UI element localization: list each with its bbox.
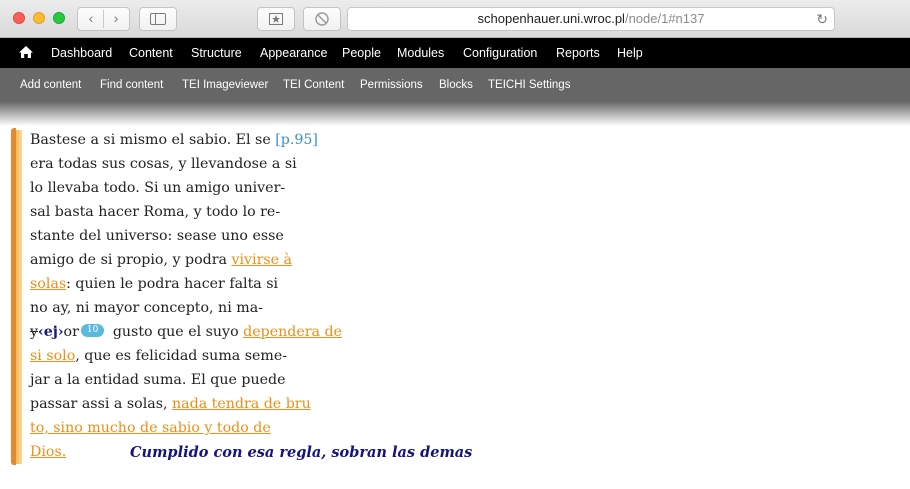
text-line: si solo, que es felicidad suma seme- [30, 346, 287, 370]
text-segment: , que es felicidad suma seme- [75, 348, 288, 364]
section-marker-highlight [16, 130, 22, 464]
url-host: schopenhauer.uni.wroc.pl [477, 11, 625, 26]
highlight-link[interactable]: solas [30, 276, 66, 292]
highlight-link[interactable]: Dios. [30, 444, 66, 460]
text-line: amigo de si propio, y podra vivirse à [30, 250, 292, 274]
stop-button[interactable] [303, 7, 341, 31]
forward-icon[interactable]: › [104, 8, 129, 29]
margin-note: Cumplido con esa regla, sobran las demas [130, 444, 473, 461]
menu-modules[interactable]: Modules [397, 38, 444, 68]
text-line: Dios. [30, 442, 66, 466]
text-line: Bastese a si mismo el sabio. El se [p.95… [30, 130, 318, 154]
close-window-button[interactable] [13, 12, 25, 24]
text-line: sal basta hacer Roma, y todo lo re- [30, 204, 281, 220]
history-nav: ‹ › [77, 7, 130, 31]
back-icon[interactable]: ‹ [79, 8, 104, 29]
deleted-text: y [30, 324, 39, 340]
menu-configuration[interactable]: Configuration [463, 38, 537, 68]
sidebar-icon [150, 13, 166, 25]
highlight-link[interactable]: dependera de [243, 324, 342, 340]
highlight-link[interactable]: vivirse à [231, 252, 292, 268]
text-segment: Bastese a si mismo el sabio. El se [30, 132, 276, 148]
shortcuts-bar: Add content Find content TEI Imageviewer… [0, 68, 910, 102]
shortcut-tei-content[interactable]: TEI Content [283, 68, 344, 102]
text-line: solas: quien le podra hacer falta si [30, 274, 278, 298]
text-line: y‹ej›or 10 gusto que el suyo dependera de [30, 322, 342, 346]
page-break-link[interactable]: [p.95] [275, 132, 318, 148]
text-line: era todas sus cosas, y llevandose a si [30, 156, 297, 172]
zoom-window-button[interactable] [53, 12, 65, 24]
home-icon[interactable] [18, 44, 34, 60]
text-line: lo llevaba todo. Si un amigo univer- [30, 180, 286, 196]
highlight-link[interactable]: nada tendra de bru [172, 396, 311, 412]
text-line: no ay, ni mayor concepto, ni ma- [30, 300, 263, 316]
menu-reports[interactable]: Reports [556, 38, 600, 68]
text-line: stante del universo: sease uno esse [30, 228, 284, 244]
note-badge[interactable]: 10 [80, 324, 105, 337]
url-path: /node/1#n137 [624, 11, 705, 26]
share-button[interactable] [257, 7, 295, 31]
text-segment: gusto que el suyo [108, 324, 244, 340]
menu-structure[interactable]: Structure [191, 38, 242, 68]
highlight-link[interactable]: si solo [30, 348, 75, 364]
menu-dashboard[interactable]: Dashboard [51, 38, 112, 68]
admin-toolbar: Dashboard Content Structure Appearance P… [0, 38, 910, 68]
supplied-text: ‹ej› [38, 324, 64, 340]
text-line: jar a la entidad suma. El que puede [30, 372, 286, 388]
text-segment: amigo de si propio, y podra [30, 252, 232, 268]
minimize-window-button[interactable] [33, 12, 45, 24]
sidebar-button[interactable] [139, 7, 177, 31]
text-segment: or [63, 324, 79, 340]
shortcut-blocks[interactable]: Blocks [439, 68, 473, 102]
menu-help[interactable]: Help [617, 38, 643, 68]
shortcut-tei-imageviewer[interactable]: TEI Imageviewer [182, 68, 268, 102]
shortcut-teichi-settings[interactable]: TEICHI Settings [488, 68, 570, 102]
address-bar[interactable]: schopenhauer.uni.wroc.pl/node/1#n137 ↻ [347, 7, 835, 31]
reload-icon[interactable]: ↻ [816, 8, 828, 30]
shortcut-find-content[interactable]: Find content [100, 68, 163, 102]
text-line: to, sino mucho de sabio y todo de [30, 418, 271, 442]
toolbar-shadow [0, 102, 910, 126]
text-segment: : quien le podra hacer falta si [66, 276, 279, 292]
menu-people[interactable]: People [342, 38, 381, 68]
text-line: passar assi a solas, nada tendra de bru [30, 394, 311, 418]
highlight-link[interactable]: to, sino mucho de sabio y todo de [30, 420, 271, 436]
text-segment: passar assi a solas, [30, 396, 173, 412]
shortcut-permissions[interactable]: Permissions [360, 68, 423, 102]
share-icon [269, 13, 283, 25]
browser-toolbar: ‹ › schopenhauer.uni.wroc.pl/node/1#n137 … [0, 0, 910, 38]
shortcut-add-content[interactable]: Add content [20, 68, 81, 102]
menu-content[interactable]: Content [129, 38, 173, 68]
stop-icon [315, 12, 329, 26]
menu-appearance[interactable]: Appearance [260, 38, 327, 68]
